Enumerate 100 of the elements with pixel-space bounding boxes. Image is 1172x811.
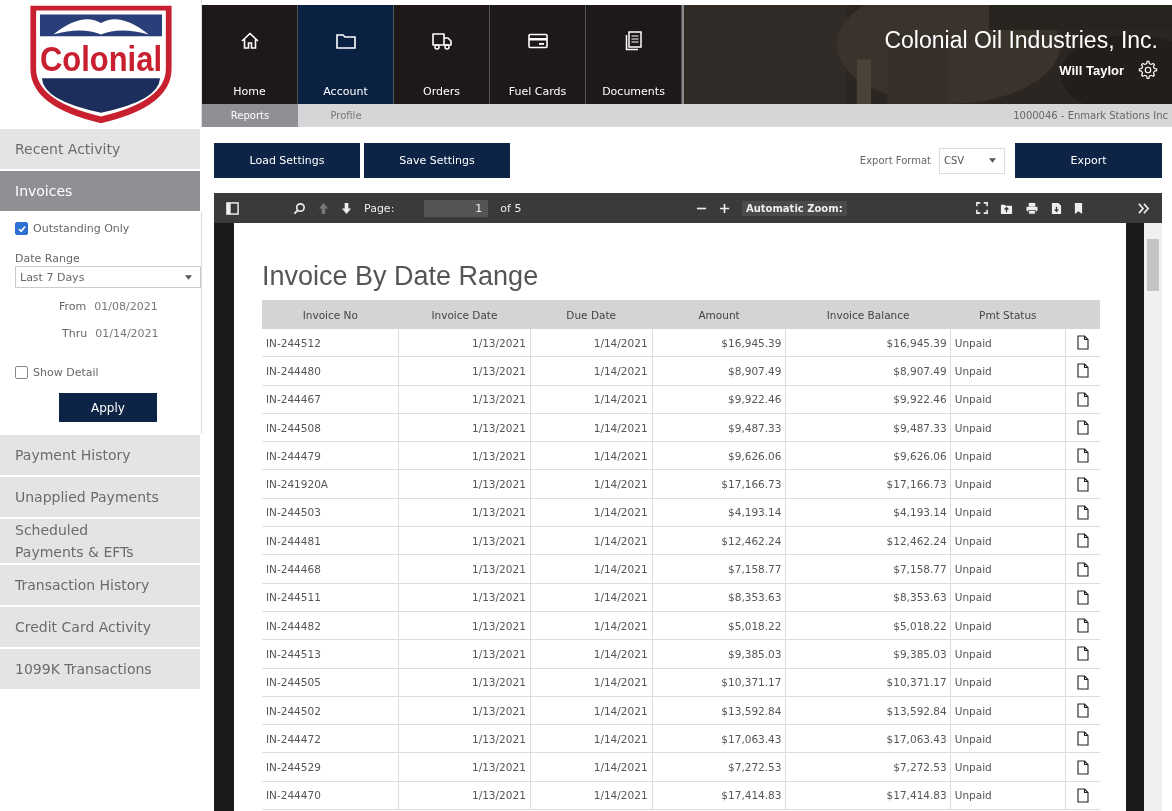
table-cell: $9,487.33 (786, 413, 951, 442)
table-cell: IN-244480 (262, 356, 399, 386)
sidebar-item[interactable]: Unapplied Payments (0, 477, 200, 517)
table-cell: 1/13/2021 (398, 498, 531, 527)
checkbox[interactable] (15, 366, 28, 379)
table-cell: IN-244508 (262, 413, 399, 442)
table-cell: Unpaid (950, 356, 1066, 386)
document-icon[interactable] (1077, 335, 1089, 351)
table-cell: IN-244513 (262, 639, 399, 669)
sub-tab[interactable]: Profile (298, 110, 394, 121)
fullscreen-icon[interactable] (976, 202, 988, 214)
document-icon[interactable] (1077, 674, 1089, 690)
document-icon[interactable] (1077, 420, 1089, 436)
table-cell: $7,272.53 (652, 752, 786, 782)
table-cell: 1/14/2021 (530, 696, 653, 725)
table-cell: 1/14/2021 (530, 583, 653, 612)
table-cell: 1/13/2021 (398, 696, 531, 725)
table-cell: IN-244505 (262, 668, 399, 697)
table-cell: $7,158.77 (786, 554, 951, 584)
settings-icon[interactable] (1138, 60, 1158, 80)
search-icon[interactable] (293, 201, 306, 215)
apply-button[interactable]: Apply (59, 393, 157, 422)
table-cell: 1/14/2021 (530, 413, 653, 442)
table-cell: $17,414.83 (652, 781, 786, 810)
double-chevron-icon[interactable] (1137, 202, 1150, 214)
company-name: Colonial Oil Industries, Inc. (884, 27, 1158, 54)
sidebar-item[interactable]: Credit Card Activity (0, 607, 200, 647)
sidebar-item[interactable]: Scheduled Payments & EFTs (0, 519, 200, 563)
table-cell: 1/14/2021 (530, 385, 653, 414)
zoom-select[interactable]: Automatic Zoom: (741, 200, 847, 216)
table-cell: $8,353.63 (652, 583, 786, 612)
date-range-select[interactable]: Last 7 Days (15, 266, 201, 288)
document-icon[interactable] (1077, 618, 1089, 634)
table-cell: $9,487.33 (652, 413, 786, 442)
field-label: From (59, 300, 87, 313)
zoom-in-icon[interactable] (718, 202, 730, 214)
table-cell: IN-244512 (262, 329, 399, 357)
document-icon[interactable] (1077, 646, 1089, 662)
table-cell: $13,592.84 (652, 696, 786, 725)
table-cell: Unpaid (950, 526, 1066, 555)
page-input[interactable]: 1 (424, 199, 489, 217)
sidebar-toggle-icon[interactable] (226, 201, 239, 215)
table-cell: IN-244481 (262, 526, 399, 555)
date-field[interactable]: 01/14/2021 (95, 327, 159, 340)
table-cell: 1/14/2021 (530, 668, 653, 697)
sidebar-item[interactable]: Payment History (0, 435, 200, 475)
settings-button[interactable]: Save Settings (364, 143, 510, 178)
table-cell: $12,462.24 (786, 526, 951, 555)
table-cell: Unpaid (950, 752, 1066, 782)
table-cell: 1/13/2021 (398, 554, 531, 584)
up-arrow-icon[interactable] (318, 201, 329, 215)
document-icon[interactable] (1077, 363, 1089, 379)
table-cell: IN-244502 (262, 696, 399, 725)
table-cell: $17,063.43 (786, 724, 951, 753)
caret-icon (989, 158, 996, 163)
download-icon[interactable] (1051, 201, 1062, 215)
document-icon[interactable] (1077, 589, 1089, 605)
bookmark-icon[interactable] (1074, 201, 1083, 215)
document-icon[interactable] (1077, 703, 1089, 718)
settings-button[interactable]: Load Settings (214, 143, 360, 178)
document-icon[interactable] (1077, 561, 1089, 577)
export-format-select[interactable]: CSV (939, 147, 1005, 174)
scrollbar[interactable] (1144, 223, 1162, 811)
field-label: Export Format (859, 155, 931, 166)
table-cell: $17,166.73 (786, 470, 951, 499)
sidebar-item[interactable]: 1099K Transactions (0, 649, 200, 689)
table-cell: 1/14/2021 (530, 752, 653, 782)
table-cell: 1/13/2021 (398, 329, 531, 357)
document-icon[interactable] (1077, 448, 1089, 464)
document-icon[interactable] (1077, 533, 1089, 549)
card-icon (526, 31, 549, 51)
checkbox[interactable] (15, 222, 28, 235)
document-icon[interactable] (1077, 759, 1089, 775)
table-cell: 1/13/2021 (398, 639, 531, 669)
date-field[interactable]: 01/08/2021 (94, 300, 158, 313)
table-cell: $9,922.46 (652, 385, 786, 414)
nav-tab[interactable]: Account (298, 5, 394, 104)
table-cell: $7,158.77 (652, 554, 786, 584)
column-header: Pmt Status (950, 300, 1066, 329)
table-cell: 1/14/2021 (530, 329, 653, 357)
document-icon[interactable] (1077, 504, 1089, 520)
table-cell: $17,414.83 (786, 781, 951, 810)
user-name[interactable]: Will Taylor (1059, 62, 1124, 78)
document-icon[interactable] (1077, 391, 1089, 407)
table-cell: $17,166.73 (652, 470, 786, 499)
print-icon[interactable] (1025, 201, 1039, 215)
table-cell: Unpaid (950, 385, 1066, 414)
table-cell: 1/14/2021 (530, 781, 653, 810)
down-arrow-icon[interactable] (341, 201, 352, 215)
document-icon[interactable] (1077, 787, 1089, 803)
table-cell: 1/14/2021 (530, 441, 653, 470)
sidebar-item[interactable]: Transaction History (0, 565, 200, 605)
export-button[interactable]: Export (1015, 143, 1162, 178)
document-icon[interactable] (1077, 731, 1089, 747)
table-cell: $16,945.39 (652, 329, 786, 357)
table-cell: IN-244529 (262, 752, 399, 782)
table-cell: Unpaid (950, 668, 1066, 697)
table-cell: 1/14/2021 (530, 526, 653, 555)
sidebar-item[interactable]: Recent Activity (0, 129, 200, 169)
document-icon[interactable] (1077, 476, 1089, 492)
